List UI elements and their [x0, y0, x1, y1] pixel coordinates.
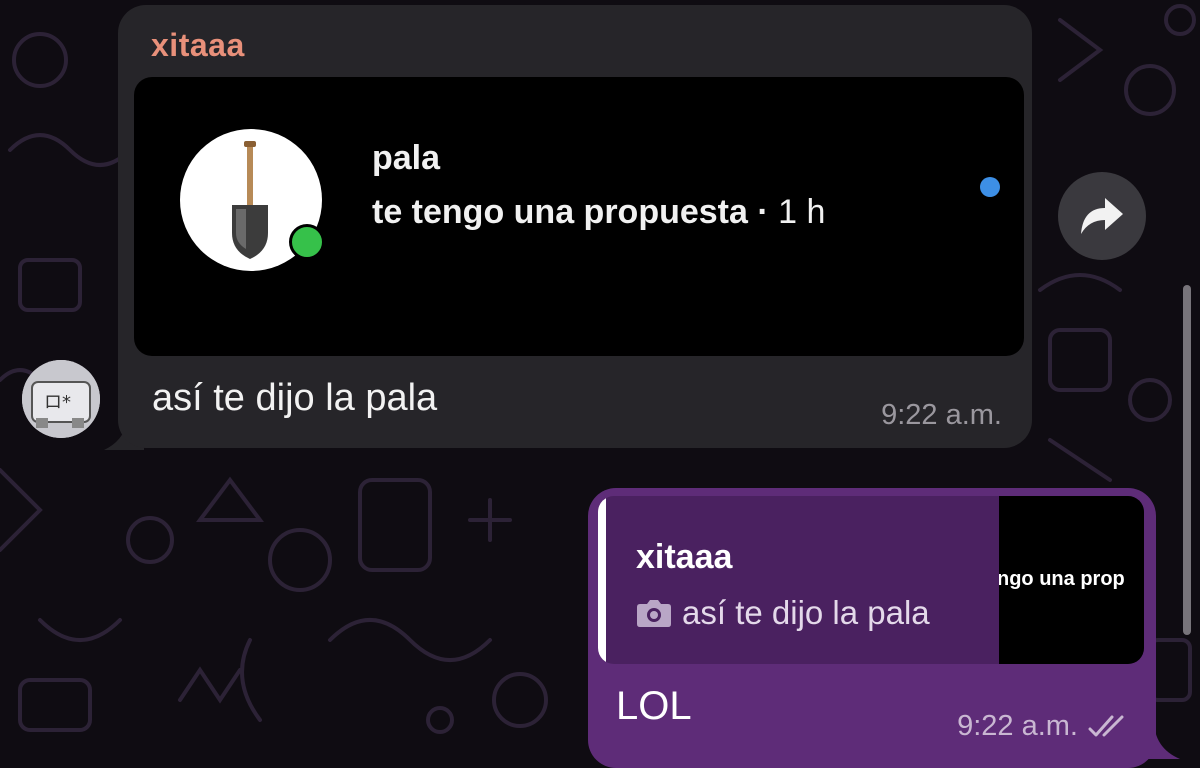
- camera-icon: [637, 600, 671, 627]
- outgoing-message-meta: 9:22 a.m.: [957, 710, 1128, 743]
- notification-body: te tengo una propuesta · 1 h: [372, 193, 826, 231]
- double-check-icon: [1088, 715, 1124, 736]
- reply-preview[interactable]: xitaaa así te dijo la pala ngo una prop: [598, 496, 1144, 664]
- online-status-dot: [289, 224, 325, 260]
- reply-accent-bar: [598, 496, 606, 664]
- svg-text:ロ*: ロ*: [44, 392, 71, 413]
- notification-separator: ·: [747, 193, 779, 231]
- reply-thumbnail: ngo una prop: [999, 496, 1144, 664]
- reply-sender-name: xitaaa: [636, 538, 733, 576]
- notification-title: pala: [372, 139, 441, 177]
- message-photo[interactable]: pala te tengo una propuesta · 1 h: [134, 77, 1024, 356]
- reply-line: así te dijo la pala: [636, 594, 930, 632]
- incoming-message-text: así te dijo la pala: [152, 377, 438, 419]
- incoming-message-bubble[interactable]: xitaaa pala te tengo una propuesta · 1 h…: [118, 5, 1032, 448]
- reply-thumbnail-text: ngo una prop: [999, 568, 1125, 590]
- sender-avatar[interactable]: ロ*: [22, 360, 100, 438]
- reply-text: así te dijo la pala: [682, 594, 930, 631]
- outgoing-message-bubble[interactable]: xitaaa así te dijo la pala ngo una prop …: [588, 488, 1156, 768]
- unread-dot: [980, 177, 1000, 197]
- notification-time: 1 h: [778, 193, 826, 231]
- forward-arrow-icon: [1081, 198, 1123, 234]
- forward-button[interactable]: [1058, 172, 1146, 260]
- scrollbar[interactable]: [1183, 285, 1191, 635]
- outgoing-message-text: LOL: [616, 684, 692, 728]
- sender-name[interactable]: xitaaa: [151, 27, 245, 64]
- outgoing-message-time: 9:22 a.m.: [957, 710, 1078, 742]
- incoming-message-time: 9:22 a.m.: [881, 399, 1002, 431]
